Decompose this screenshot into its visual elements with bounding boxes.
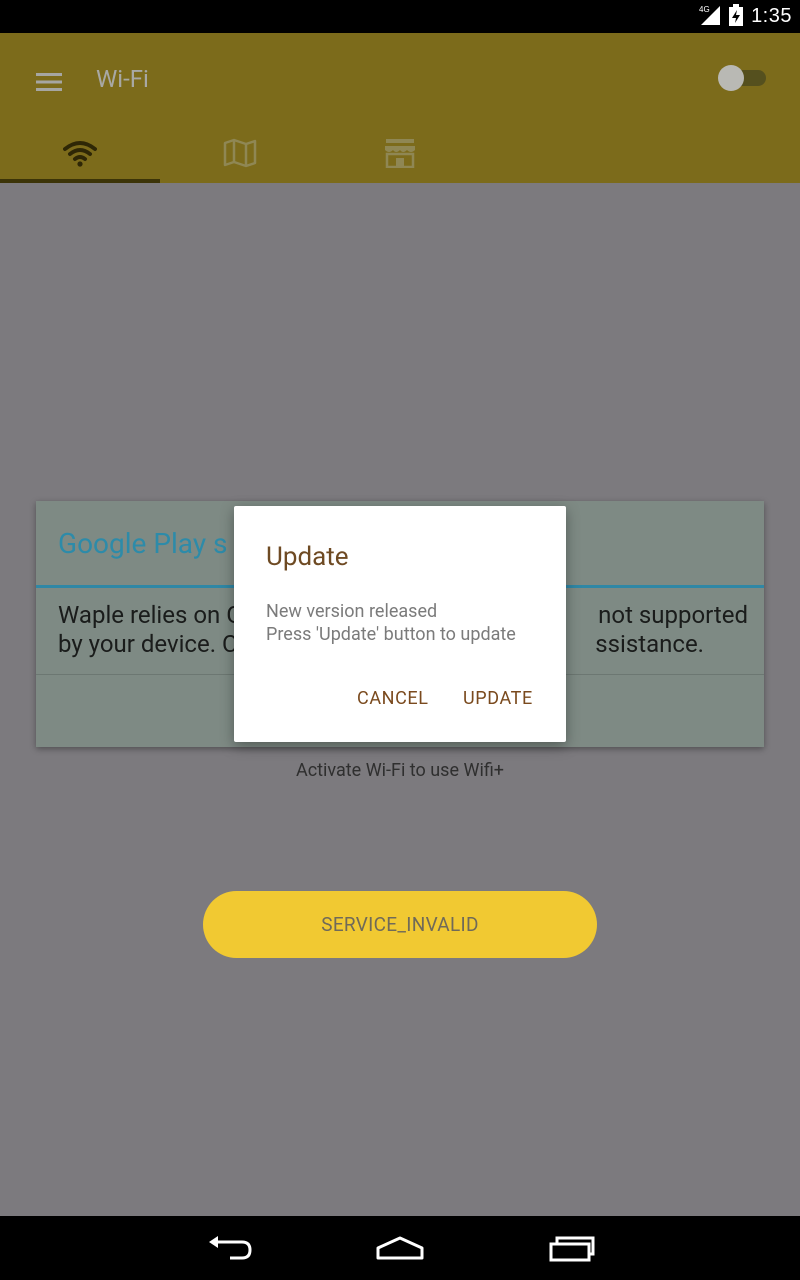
signal-icon: 4G [699, 4, 721, 30]
wifi-icon [63, 141, 97, 167]
update-dialog-title: Update [266, 542, 349, 572]
hamburger-menu-button[interactable] [28, 61, 70, 103]
recents-icon [549, 1236, 595, 1262]
svg-text:4G: 4G [699, 5, 710, 14]
navigation-bar [0, 1216, 800, 1280]
tab-indicator [0, 179, 160, 183]
app-bar: Wi-Fi [0, 33, 800, 183]
status-bar: 4G 1:35 [0, 0, 800, 33]
tab-bar [0, 123, 800, 183]
google-play-dialog-title: Google Play s [58, 527, 228, 560]
tab-store[interactable] [320, 123, 480, 183]
back-button[interactable] [200, 1228, 260, 1268]
service-status-button[interactable]: SERVICE_INVALID [203, 891, 597, 958]
update-message-line-1: New version released [266, 601, 438, 622]
toggle-thumb [718, 65, 744, 91]
activate-wifi-message: Activate Wi-Fi to use Wifi+ [295, 760, 505, 781]
update-dialog: Update New version released Press 'Updat… [234, 506, 566, 742]
battery-icon [729, 3, 744, 30]
tab-wifi[interactable] [0, 123, 160, 183]
hamburger-menu-icon [36, 73, 62, 91]
back-icon [209, 1236, 252, 1260]
cancel-button[interactable]: CANCEL [357, 688, 429, 709]
status-time: 1:35 [751, 5, 792, 27]
wifi-toggle[interactable] [718, 63, 768, 93]
update-button[interactable]: UPDATE [463, 688, 533, 709]
tab-map[interactable] [160, 123, 320, 183]
status-icons: 4G 1:35 [699, 0, 792, 33]
app-title: Wi-Fi [96, 65, 149, 93]
home-button[interactable] [370, 1228, 430, 1268]
update-message-line-2: Press 'Update' button to update [266, 624, 516, 645]
screen: 4G 1:35 Wi-Fi Activate Wi-Fi to use Wifi… [0, 0, 800, 1280]
home-icon [376, 1236, 424, 1260]
recents-button[interactable] [542, 1228, 602, 1268]
store-icon [385, 139, 415, 168]
map-icon [223, 138, 257, 168]
update-dialog-message: New version released Press 'Update' butt… [266, 600, 516, 646]
